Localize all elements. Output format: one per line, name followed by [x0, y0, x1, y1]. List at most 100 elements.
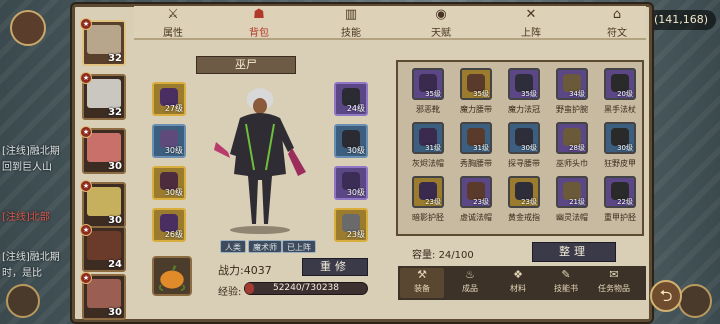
hero-card[interactable]: ★ 30 — [80, 180, 126, 228]
hero-card[interactable]: ★ 32 — [80, 72, 126, 120]
bag-grid: 35级 邪恶靴 35级 魔力腰带 35级 魔力法冠 34级 野蛮护腕 20级 黑手法杖 31级 灰烬法… — [396, 60, 644, 236]
bag-item[interactable]: 23级 — [508, 176, 540, 208]
menu-button[interactable] — [6, 284, 40, 318]
equip-slot[interactable]: 30级 — [152, 124, 186, 158]
bag-item[interactable]: 23级 — [460, 176, 492, 208]
tab-bag[interactable]: ☗ 背包 — [232, 8, 286, 40]
bag-tab-quest[interactable]: ✉ 任务物品 — [592, 268, 636, 298]
bag-tab-products[interactable]: ♨ 成品 — [448, 268, 492, 298]
item-name: 探寻腰带 — [508, 159, 540, 168]
item-level: 30级 — [521, 144, 537, 152]
book-icon: ▥ — [344, 7, 358, 22]
character-name: 巫尸 — [196, 56, 296, 74]
currency-display: (141,168) — [646, 10, 716, 30]
equip-slot[interactable]: 30级 — [334, 166, 368, 200]
bag-item[interactable]: 30级 — [604, 122, 636, 154]
bag-item[interactable]: 22级 — [604, 176, 636, 208]
hero-portrait — [87, 79, 121, 108]
map-button[interactable] — [678, 284, 712, 318]
tab-attributes[interactable]: ⚔ 属性 — [146, 8, 200, 40]
rune-icon: ⌂ — [612, 7, 622, 22]
bag-item[interactable]: 23级 — [412, 176, 444, 208]
capacity-value: 24/100 — [438, 250, 474, 261]
equip-slot[interactable]: 30级 — [334, 124, 368, 158]
organize-button[interactable]: 整理 — [532, 242, 616, 262]
item-level: 31级 — [473, 144, 489, 152]
item-level: 23级 — [473, 198, 489, 206]
bag-item[interactable]: 35级 — [412, 68, 444, 100]
item-name: 虚诚法帽 — [460, 213, 492, 222]
scroll-icon: ✎ — [561, 268, 571, 281]
tab-runes[interactable]: ⌂ 符文 — [590, 8, 644, 40]
equip-slot[interactable]: 24级 — [334, 82, 368, 116]
bag-item[interactable]: 31级 — [460, 122, 492, 154]
item-level: 31级 — [425, 144, 441, 152]
item-level: 34级 — [569, 90, 585, 98]
back-arrow-icon: ⮌ — [659, 286, 673, 305]
hero-card[interactable]: ★ 32 — [80, 18, 126, 66]
chat-area: [注线]融北期 回到巨人山 [注线]北部 [注线]融北期 时，是比 — [0, 0, 76, 324]
equip-slot[interactable]: 26级 — [152, 208, 186, 242]
item-name: 灰烬法帽 — [412, 159, 444, 168]
hero-list: ★ 32 ★ 32 ★ 30 ★ 30 ★ 24 ★ 30 — [76, 4, 132, 322]
rebuild-button[interactable]: 重修 — [302, 258, 368, 276]
item-level: 23级 — [425, 198, 441, 206]
exp-label: 经验: — [218, 287, 242, 298]
tab-talent[interactable]: ◉ 天赋 — [414, 8, 468, 40]
bag-item[interactable]: 28级 — [556, 122, 588, 154]
hero-card[interactable]: ★ 30 — [80, 126, 126, 174]
item-name: 秀胸腰带 — [460, 159, 492, 168]
item-name: 巫师头巾 — [556, 159, 588, 168]
bag-tab-equipment[interactable]: ⚒ 装备 — [400, 268, 444, 298]
bag-item[interactable]: 21级 — [556, 176, 588, 208]
item-level: 20级 — [617, 90, 633, 98]
quest-icon: ✉ — [609, 268, 619, 281]
bag-tab-skillbooks[interactable]: ✎ 技能书 — [544, 268, 588, 298]
item-name: 黑手法杖 — [604, 105, 636, 114]
item-level: 35级 — [521, 90, 537, 98]
class-badge: 魔术师 — [248, 240, 282, 253]
bag-tabs: ⚒ 装备 ♨ 成品 ❖ 材料 ✎ 技能书 ✉ 任务物品 — [398, 266, 646, 300]
equip-slot[interactable]: 27级 — [152, 82, 186, 116]
item-name: 重甲护胫 — [604, 213, 636, 222]
chat-line: 回到巨人山 — [2, 162, 52, 173]
item-name: 狂野皮甲 — [604, 159, 636, 168]
exp-value: 52240/730238 — [272, 283, 340, 293]
item-name: 邪恶靴 — [416, 105, 440, 114]
chat-line: 时，是比 — [2, 268, 42, 279]
eye-icon: ◉ — [435, 7, 447, 22]
chat-line: [注线]融北期 — [2, 146, 60, 157]
bag-tab-materials[interactable]: ❖ 材料 — [496, 268, 540, 298]
tab-skills[interactable]: ▥ 技能 — [324, 8, 378, 40]
tab-deploy[interactable]: ✕ 上阵 — [504, 8, 558, 40]
pet-slot[interactable] — [152, 256, 192, 296]
hero-card[interactable]: ★ 24 — [80, 224, 126, 272]
chat-line: [注线]北部 — [2, 212, 50, 223]
equip-slot[interactable]: 30级 — [152, 166, 186, 200]
item-level: 21级 — [569, 198, 585, 206]
player-avatar[interactable] — [10, 10, 46, 46]
back-button[interactable]: ⮌ — [650, 280, 682, 312]
item-name: 野蛮护腕 — [556, 105, 588, 114]
bag-item[interactable]: 20级 — [604, 68, 636, 100]
item-level: 30级 — [617, 144, 633, 152]
bag-item[interactable]: 30级 — [508, 122, 540, 154]
pumpkin-icon — [158, 265, 186, 292]
bag-item[interactable]: 35级 — [460, 68, 492, 100]
hero-portrait — [87, 187, 121, 216]
main-tabs: ⚔ 属性 ☗ 背包 ▥ 技能 ◉ 天赋 ✕ 上阵 ⌂ 符文 — [134, 6, 646, 40]
bag-item[interactable]: 34级 — [556, 68, 588, 100]
bag-item[interactable]: 35级 — [508, 68, 540, 100]
deployed-badge: 已上阵 — [282, 240, 316, 253]
crossed-swords-icon: ✕ — [525, 7, 537, 22]
exp-bar: 52240/730238 — [244, 282, 368, 295]
hero-card[interactable]: ★ 30 — [80, 272, 126, 320]
hero-portrait — [87, 25, 121, 54]
race-badge: 人类 — [220, 240, 246, 253]
sword-shield-icon: ⚔ — [167, 7, 179, 22]
hero-portrait — [87, 279, 121, 308]
item-name: 暗影护胫 — [412, 213, 444, 222]
item-name: 魔力法冠 — [508, 105, 540, 114]
bag-item[interactable]: 31级 — [412, 122, 444, 154]
equip-slot[interactable]: 23级 — [334, 208, 368, 242]
